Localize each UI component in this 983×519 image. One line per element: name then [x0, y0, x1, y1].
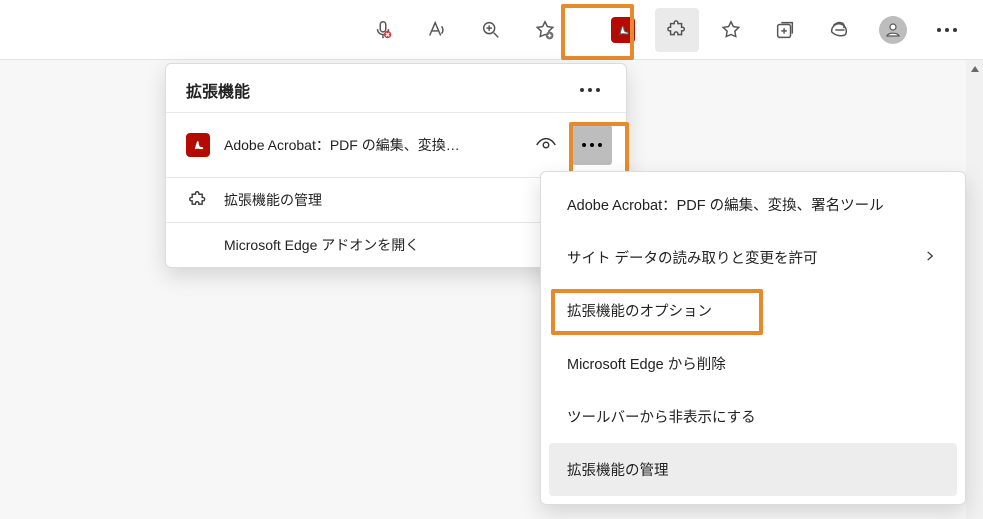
- chevron-right-icon: [923, 249, 937, 267]
- zoom-icon[interactable]: [469, 8, 513, 52]
- vertical-scrollbar[interactable]: [966, 60, 983, 519]
- ctx-hide[interactable]: ツールバーから非表示にする: [541, 390, 965, 443]
- ctx-manage[interactable]: 拡張機能の管理: [549, 443, 957, 496]
- ie-mode-icon[interactable]: [817, 8, 861, 52]
- extension-item-more-button[interactable]: [572, 125, 612, 165]
- ctx-extension-title: Adobe Acrobat：PDF の編集、変換、署名ツール: [541, 178, 965, 231]
- acrobat-extension-icon[interactable]: [601, 8, 645, 52]
- voice-icon[interactable]: [361, 8, 405, 52]
- ctx-remove[interactable]: Microsoft Edge から削除: [541, 337, 965, 390]
- extensions-icon[interactable]: [655, 8, 699, 52]
- ctx-options[interactable]: 拡張機能のオプション: [541, 284, 965, 337]
- extension-item-acrobat[interactable]: Adobe Acrobat：PDF の編集、変換…: [166, 112, 626, 177]
- extensions-popup-title: 拡張機能: [186, 78, 250, 102]
- ctx-options-label: 拡張機能のオプション: [567, 300, 712, 321]
- read-aloud-icon[interactable]: [415, 8, 459, 52]
- favorite-add-icon[interactable]: [523, 8, 567, 52]
- ctx-remove-label: Microsoft Edge から削除: [567, 353, 726, 374]
- extensions-popup-menu-button[interactable]: [574, 82, 606, 98]
- ctx-site-data-label: サイト データの読み取りと変更を許可: [567, 247, 818, 268]
- collections-icon[interactable]: [763, 8, 807, 52]
- favorites-icon[interactable]: [709, 8, 753, 52]
- acrobat-icon: [186, 133, 210, 157]
- scrollbar-up-button[interactable]: [966, 60, 983, 78]
- ctx-manage-label: 拡張機能の管理: [567, 459, 669, 480]
- more-icon[interactable]: [925, 8, 969, 52]
- puzzle-icon: [186, 190, 210, 210]
- browser-toolbar: [0, 0, 983, 60]
- ctx-site-data[interactable]: サイト データの読み取りと変更を許可: [541, 231, 965, 284]
- ctx-hide-label: ツールバーから非表示にする: [567, 406, 756, 427]
- extension-context-menu: Adobe Acrobat：PDF の編集、変換、署名ツール サイト データの読…: [540, 171, 966, 505]
- visibility-toggle-icon[interactable]: [534, 134, 558, 156]
- profile-avatar[interactable]: [871, 8, 915, 52]
- ctx-extension-title-label: Adobe Acrobat：PDF の編集、変換、署名ツール: [567, 194, 884, 215]
- extension-item-label: Adobe Acrobat：PDF の編集、変換…: [224, 135, 520, 155]
